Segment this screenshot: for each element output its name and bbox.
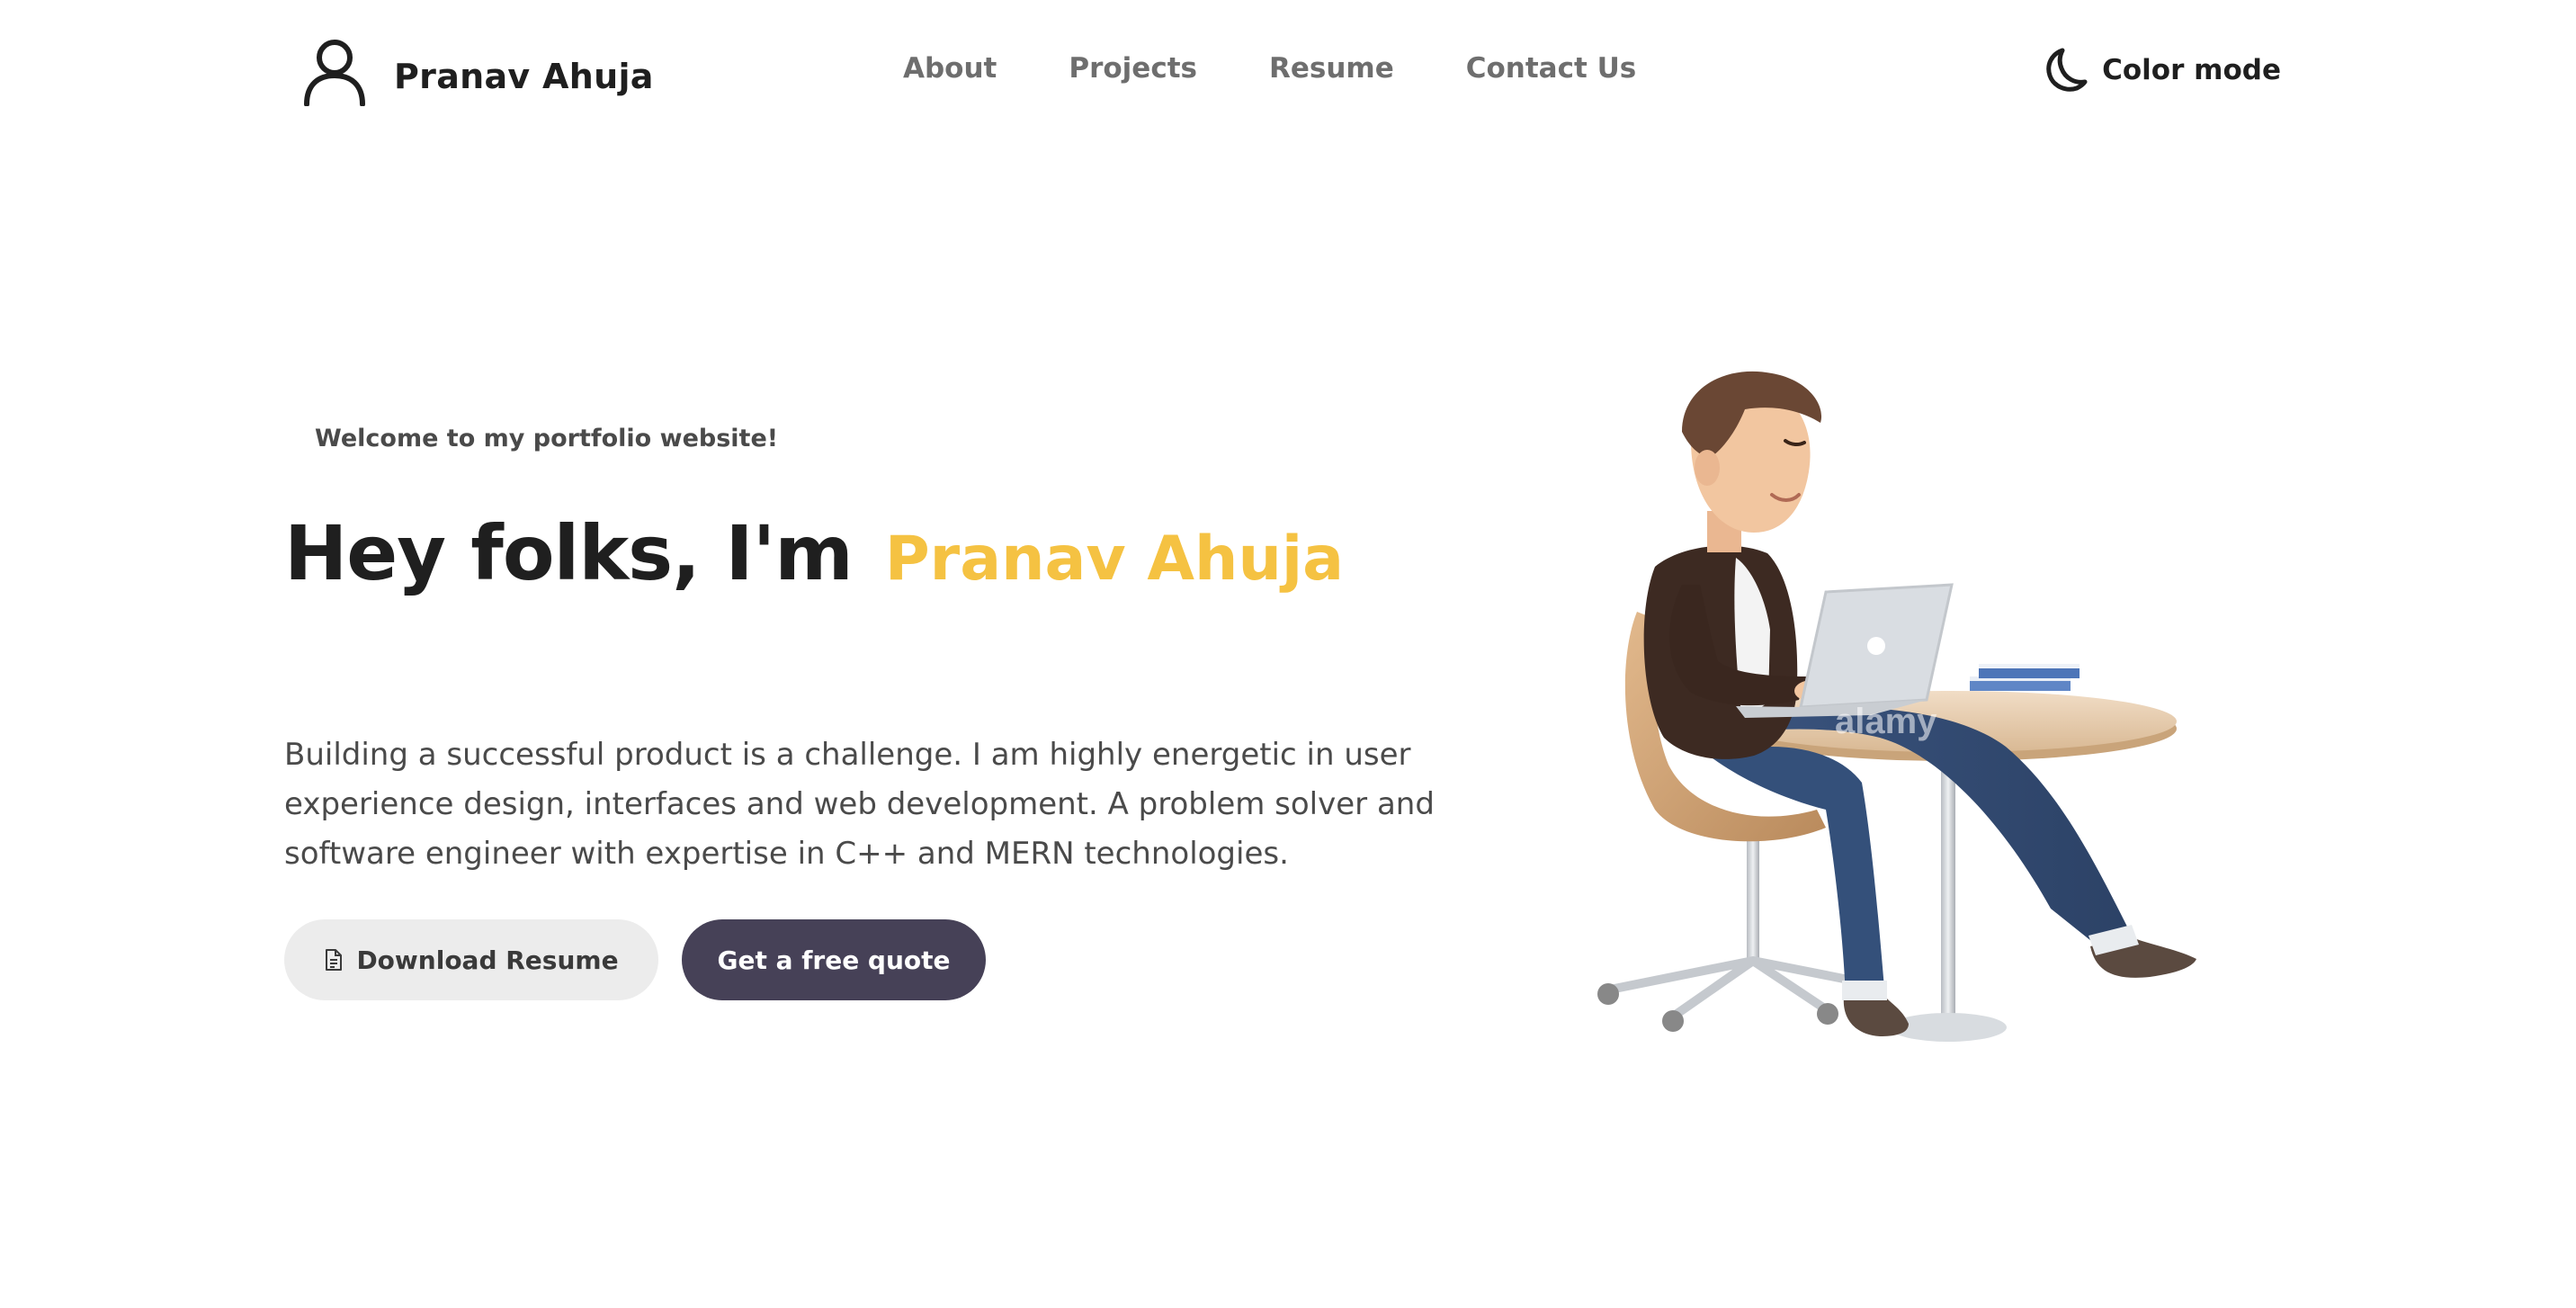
nav-link-about[interactable]: About [903, 52, 997, 85]
illustration-watermark: alamy [1835, 702, 1937, 741]
get-quote-button[interactable]: Get a free quote [682, 919, 986, 1000]
brand-name: Pranav Ahuja [394, 57, 654, 96]
moon-icon [2046, 48, 2088, 92]
color-mode-label: Color mode [2102, 54, 2281, 86]
nav-link-projects[interactable]: Projects [1069, 52, 1197, 85]
color-mode-toggle[interactable]: Color mode [2039, 45, 2281, 95]
books [1970, 664, 2080, 691]
person-head [1682, 371, 1822, 552]
hero-title-name: Pranav Ahuja [884, 524, 1345, 595]
developer-illustration: alamy [1597, 371, 2196, 1042]
user-icon [304, 40, 365, 106]
hero-title-lead: Hey folks, I'm [284, 509, 854, 597]
main-nav: About Projects Resume Contact Us [903, 52, 1636, 85]
download-resume-button[interactable]: Download Resume [284, 919, 658, 1000]
nav-link-contact[interactable]: Contact Us [1466, 52, 1636, 85]
site-header: Pranav Ahuja About Projects Resume Conta… [0, 0, 2576, 144]
hero-title: Hey folks, I'm Pranav Ahuja [284, 509, 1344, 597]
welcome-text: Welcome to my portfolio website! [315, 425, 779, 452]
get-quote-label: Get a free quote [717, 945, 951, 975]
brand[interactable]: Pranav Ahuja [302, 38, 654, 106]
document-icon [326, 949, 343, 971]
hero-description: Building a successful product is a chall… [284, 737, 1435, 872]
download-resume-label: Download Resume [356, 945, 619, 975]
nav-link-resume[interactable]: Resume [1269, 52, 1394, 85]
